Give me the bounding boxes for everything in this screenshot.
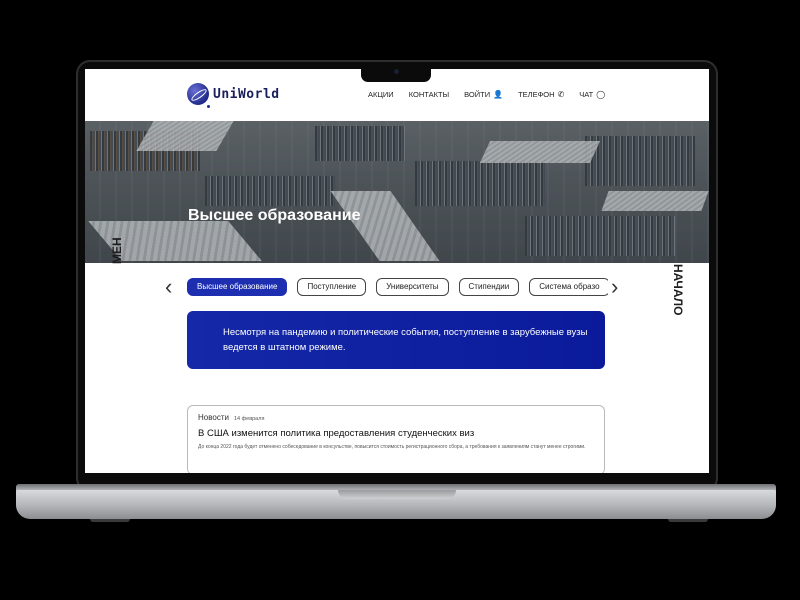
- phone-icon: ✆: [557, 90, 565, 99]
- nav-phone[interactable]: ТЕЛЕФОН ✆: [518, 90, 564, 99]
- nav-chat-label: ЧАТ: [579, 90, 594, 99]
- nav-phone-label: ТЕЛЕФОН: [518, 90, 555, 99]
- tab-admission[interactable]: Поступление: [297, 278, 367, 296]
- news-card[interactable]: Новости 14 февраля В США изменится полит…: [187, 405, 605, 473]
- news-title[interactable]: В США изменится политика предоставления …: [198, 428, 594, 439]
- logo-dot: [207, 105, 210, 108]
- notice-text: Несмотря на пандемию и политические собы…: [223, 327, 588, 353]
- logo-text: UniWorld: [213, 86, 280, 102]
- laptop-opening-notch: [338, 490, 456, 499]
- tabs-track: Высшее образование Поступление Университ…: [187, 278, 608, 298]
- notice-banner: Несмотря на пандемию и политические собы…: [187, 311, 605, 369]
- hero-title: Высшее образование: [188, 207, 361, 224]
- main-nav: АКЦИИ КОНТАКТЫ ВОЙТИ 👤 ТЕЛЕФОН ✆ ЧАТ ◯: [368, 90, 620, 99]
- news-meta: Новости 14 февраля: [198, 413, 594, 422]
- site-logo[interactable]: UniWorld: [187, 83, 280, 105]
- laptop-foot-right: [668, 519, 708, 522]
- side-top-label[interactable]: НАЧАЛО: [671, 264, 685, 315]
- news-excerpt: До конца 2022 года будет отменено собесе…: [198, 444, 586, 450]
- chat-icon: ◯: [596, 90, 606, 99]
- nav-chat[interactable]: ЧАТ ◯: [579, 90, 605, 99]
- side-menu-label[interactable]: МЕН: [110, 237, 124, 264]
- nav-promotions[interactable]: АКЦИИ: [368, 90, 394, 99]
- news-tag: Новости: [198, 413, 229, 422]
- camera-notch: [361, 63, 431, 82]
- news-date: 14 февраля: [233, 416, 265, 422]
- globe-logo-icon: [187, 83, 209, 105]
- tab-higher-education[interactable]: Высшее образование: [187, 278, 288, 296]
- hero-overlay: [85, 121, 709, 263]
- nav-contacts[interactable]: КОНТАКТЫ: [409, 90, 449, 99]
- laptop-foot-left: [90, 519, 130, 522]
- user-icon: 👤: [493, 90, 504, 99]
- nav-login[interactable]: ВОЙТИ 👤: [464, 90, 503, 99]
- tab-education-system[interactable]: Система образо: [529, 278, 608, 296]
- nav-promotions-label: АКЦИИ: [368, 90, 394, 99]
- tab-scholarships[interactable]: Стипендии: [458, 278, 520, 296]
- chevron-left-icon[interactable]: ‹: [165, 276, 172, 298]
- chevron-right-icon[interactable]: ›: [611, 276, 618, 298]
- screen: UniWorld АКЦИИ КОНТАКТЫ ВОЙТИ 👤 ТЕЛЕФОН …: [85, 69, 709, 473]
- category-tabs: ‹ Высшее образование Поступление Универс…: [165, 276, 625, 299]
- nav-contacts-label: КОНТАКТЫ: [408, 90, 450, 99]
- camera-icon: [394, 69, 399, 74]
- tab-universities[interactable]: Университеты: [376, 278, 449, 296]
- hero-banner: Высшее образование: [85, 121, 709, 263]
- nav-login-label: ВОЙТИ: [464, 90, 491, 99]
